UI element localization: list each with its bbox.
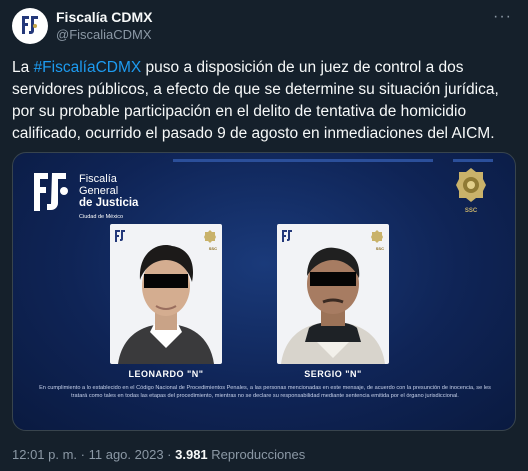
suspect-photo: SSC [277, 224, 389, 364]
views-label: Reproducciones [207, 447, 306, 462]
person-name: LEONARDO "N" [128, 369, 204, 379]
org-line-3-bold: Justicia [95, 197, 139, 209]
suspect-portrait [118, 245, 214, 364]
tweet-text: La #FiscalíaCDMX puso a disposición de u… [12, 57, 520, 145]
fgj-logo-icon [22, 16, 38, 34]
suspect-photo: SSC [110, 224, 222, 364]
org-line-1: Fiscalía [79, 173, 117, 185]
user-handle[interactable]: @FiscaliaCDMX [56, 27, 152, 42]
org-line-4: Ciudad de México [79, 214, 124, 220]
org-line-3: de Justicia [79, 197, 138, 209]
org-line-3-prefix: de [79, 197, 96, 209]
suspect-portrait [281, 247, 385, 364]
more-options-icon[interactable]: ··· [493, 8, 512, 26]
person-name: SERGIO "N" [304, 369, 362, 379]
decorative-stripe [453, 159, 493, 162]
views-count: 3.981 [175, 447, 208, 462]
hashtag-link[interactable]: #FiscalíaCDMX [34, 59, 142, 76]
legal-disclaimer: En cumplimiento a lo establecido en el C… [39, 385, 491, 399]
tweet-image[interactable]: Fiscalía General de Justicia Ciudad de M… [12, 152, 516, 431]
fgj-logo-icon [34, 173, 68, 211]
display-name[interactable]: Fiscalía CDMX [56, 9, 152, 25]
avatar[interactable] [12, 8, 48, 44]
tweet-text-start: La [12, 59, 34, 76]
tweet[interactable]: Fiscalía CDMX @FiscaliaCDMX ··· La #Fisc… [0, 0, 528, 471]
ssc-seal-icon [456, 168, 486, 202]
tweet-time[interactable]: 12:01 p. m. [12, 447, 77, 462]
meta-separator: · [163, 447, 176, 462]
fgj-wordmark: Fiscalía General de Justicia Ciudad de M… [79, 173, 138, 223]
tweet-date[interactable]: 11 ago. 2023 [89, 447, 164, 462]
tweet-metadata: 12:01 p. m. · 11 ago. 2023 · 3.981 Repro… [12, 447, 305, 462]
org-line-2: General [79, 185, 119, 197]
ssc-label: SSC [464, 208, 478, 214]
decorative-stripe [173, 159, 433, 162]
meta-separator: · [77, 447, 89, 462]
